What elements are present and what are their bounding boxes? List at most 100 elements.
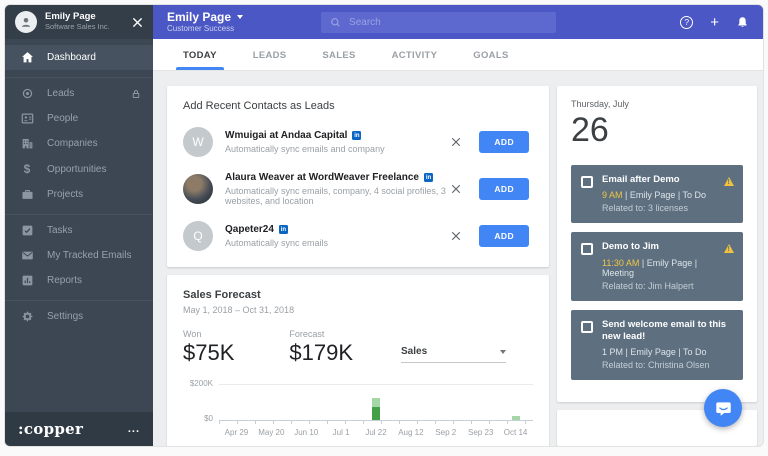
lock-icon: [131, 89, 141, 99]
tab[interactable]: ACTIVITY: [392, 50, 438, 70]
x-tick-label: May 20: [254, 428, 289, 437]
close-icon[interactable]: [132, 17, 143, 28]
chat-launcher-button[interactable]: [704, 389, 742, 427]
sidebar-item[interactable]: People: [5, 106, 153, 131]
contact-list: W Wmuigai at Andaa Capital in Automatica…: [183, 127, 533, 251]
sidebar-item-label: Tasks: [47, 225, 73, 236]
x-tick-label: Jun 10: [289, 428, 324, 437]
sidebar-item[interactable]: Dashboard: [5, 45, 153, 70]
add-lead-button[interactable]: ADD: [479, 131, 529, 153]
task-meta: 9 AM | Emily Page | To Do: [602, 190, 715, 200]
task-card[interactable]: Demo to Jim 11:30 AM | Emily Page | Meet…: [571, 232, 743, 300]
help-icon[interactable]: ?: [680, 16, 693, 29]
task-meta-rest: | Emily Page | To Do: [623, 347, 707, 357]
page-subtitle: Customer Success: [167, 24, 243, 33]
dismiss-icon[interactable]: [449, 229, 463, 243]
chart-plot: [219, 380, 533, 424]
sidebar-item-label: Dashboard: [47, 52, 96, 63]
task-list: Email after Demo 9 AM | Emily Page | To …: [571, 165, 743, 380]
page-title: Emily Page: [167, 11, 231, 25]
task-checkbox[interactable]: [581, 321, 593, 333]
dismiss-icon[interactable]: [449, 135, 463, 149]
x-tick-label: Sep 23: [463, 428, 498, 437]
chevron-down-icon: [500, 350, 506, 354]
user-avatar[interactable]: [15, 11, 37, 33]
sidebar-item[interactable]: Leads: [5, 77, 153, 106]
warning-icon: [724, 244, 734, 253]
copper-logo: :copper: [18, 420, 83, 438]
dashboard-title-dropdown[interactable]: Emily Page: [167, 11, 243, 25]
sidebar-item[interactable]: Companies: [5, 131, 153, 156]
chevron-down-icon: [237, 15, 243, 19]
tab[interactable]: SALES: [322, 50, 355, 70]
contact-row: Q Qapeter24 in Automatically sync emails: [183, 221, 533, 251]
task-card[interactable]: Email after Demo 9 AM | Emily Page | To …: [571, 165, 743, 223]
sidebar-item-label: Opportunities: [47, 164, 106, 175]
today-panel: Thursday, July 26 Email after Demo 9 AM …: [557, 86, 757, 402]
add-lead-button[interactable]: ADD: [479, 178, 529, 200]
sidebar-item[interactable]: Tasks: [5, 214, 153, 243]
linkedin-icon[interactable]: in: [424, 173, 433, 182]
topbar: Emily Page Customer Success ? +: [153, 5, 763, 39]
task-related: Related to: 3 licenses: [602, 203, 715, 213]
sidebar-item-label: Leads: [47, 88, 74, 99]
task-time: 9 AM: [602, 190, 623, 200]
linkedin-icon[interactable]: in: [279, 225, 288, 234]
tab[interactable]: GOALS: [473, 50, 508, 70]
sidebar-item[interactable]: My Tracked Emails: [5, 243, 153, 268]
notifications-bell-icon[interactable]: [736, 16, 749, 29]
x-axis-line: [219, 420, 533, 421]
contact-row: Alaura Weaver at WordWeaver Freelance in…: [183, 172, 533, 206]
weekday-label: Thursday, July: [571, 99, 743, 109]
pipeline-select-value: Sales: [401, 346, 427, 357]
contact-description: Automatically sync emails: [225, 238, 328, 248]
tab[interactable]: TODAY: [183, 50, 217, 70]
chart-y-axis: $200K $0: [183, 380, 213, 424]
task-body: Email after Demo 9 AM | Emily Page | To …: [602, 174, 715, 213]
more-menu-button[interactable]: ...: [128, 423, 140, 435]
app-frame: Emily Page Software Sales Inc. Dashboard…: [5, 5, 763, 446]
user-meta: Emily Page Software Sales Inc.: [45, 12, 110, 32]
task-meta-rest: | Emily Page | To Do: [623, 190, 707, 200]
sidebar: Emily Page Software Sales Inc. Dashboard…: [5, 5, 153, 446]
forecast-stat: Forecast $179K: [289, 329, 353, 366]
avatar: W: [183, 127, 213, 157]
contacts-card-title: Add Recent Contacts as Leads: [183, 100, 533, 112]
task-title: Send welcome email to this new lead!: [602, 319, 734, 344]
forecast-date-range: May 1, 2018 – Oct 31, 2018: [183, 305, 533, 315]
contact-name-row: Qapeter24 in: [225, 224, 328, 235]
topbar-title-wrap: Emily Page Customer Success: [167, 11, 243, 34]
sidebar-item-label: Reports: [47, 275, 82, 286]
person-icon: [19, 15, 33, 29]
building-icon: [20, 137, 34, 150]
task-checkbox[interactable]: [581, 243, 593, 255]
sidebar-item[interactable]: Projects: [5, 182, 153, 207]
task-card[interactable]: Send welcome email to this new lead! 1 P…: [571, 310, 743, 381]
dismiss-icon[interactable]: [449, 182, 463, 196]
sidebar-item[interactable]: $ Opportunities: [5, 156, 153, 182]
task-meta: 1 PM | Emily Page | To Do: [602, 347, 734, 357]
search-input[interactable]: [349, 17, 547, 28]
linkedin-icon[interactable]: in: [352, 131, 361, 140]
task-checkbox[interactable]: [581, 176, 593, 188]
target-icon: [20, 87, 34, 100]
search-bar[interactable]: [321, 12, 556, 33]
pipeline-select[interactable]: Sales: [401, 346, 506, 363]
add-icon[interactable]: +: [710, 15, 719, 30]
contact-text: Qapeter24 in Automatically sync emails: [225, 224, 328, 248]
tab[interactable]: LEADS: [253, 50, 287, 70]
won-value: $75K: [183, 340, 234, 366]
task-time: 11:30 AM: [602, 258, 639, 268]
contact-name-row: Wmuigai at Andaa Capital in: [225, 130, 385, 141]
sidebar-item[interactable]: Reports: [5, 268, 153, 293]
main-area: Emily Page Customer Success ? +: [153, 5, 763, 446]
contact-row: W Wmuigai at Andaa Capital in Automatica…: [183, 127, 533, 157]
won-label: Won: [183, 329, 234, 339]
x-tick-label: Apr 29: [219, 428, 254, 437]
sidebar-item[interactable]: Settings: [5, 300, 153, 329]
contact-description: Automatically sync emails and company: [225, 144, 385, 154]
avatar: [183, 174, 213, 204]
add-lead-button[interactable]: ADD: [479, 225, 529, 247]
x-tick-label: Jul 1: [324, 428, 359, 437]
content: Add Recent Contacts as Leads W Wmuigai a…: [153, 71, 763, 446]
